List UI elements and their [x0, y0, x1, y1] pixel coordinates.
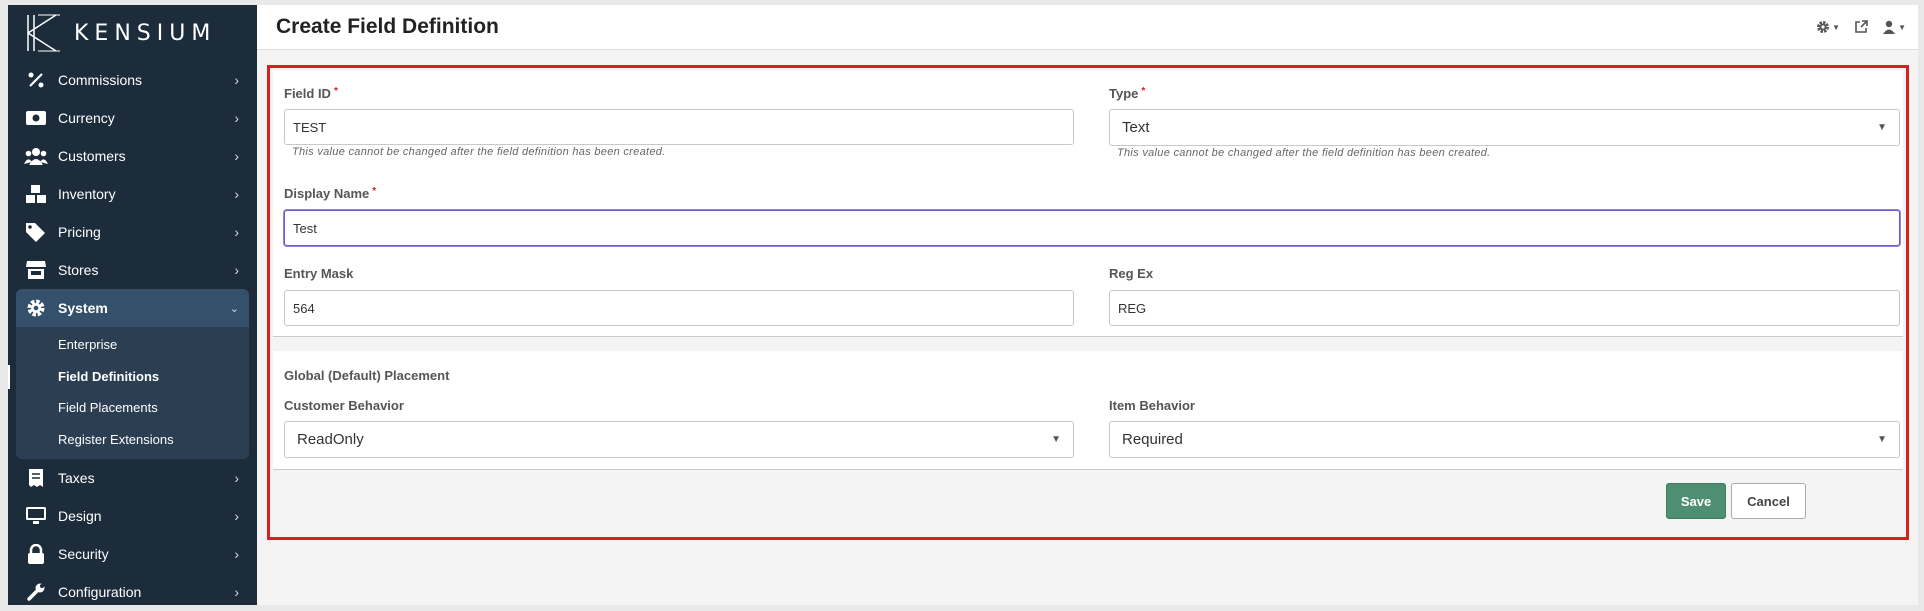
sidebar-item-label: Taxes [58, 470, 95, 486]
chevron-right-icon: › [234, 508, 239, 524]
chevron-right-icon: › [234, 262, 239, 278]
sidebar-item-taxes[interactable]: Taxes › [8, 459, 257, 497]
sidebar-item-design[interactable]: Design › [8, 497, 257, 535]
submenu-item-field-placements[interactable]: Field Placements [16, 392, 249, 424]
store-icon [24, 260, 48, 280]
chevron-right-icon: › [234, 546, 239, 562]
kensium-logo-icon [27, 14, 60, 52]
wrench-icon [24, 582, 48, 602]
sidebar-item-stores[interactable]: Stores › [8, 251, 257, 289]
monitor-icon [24, 506, 48, 526]
sidebar-item-label: Inventory [58, 186, 116, 202]
sidebar-item-configuration[interactable]: Configuration › [8, 573, 257, 611]
sidebar: KENSIUM Commissions › Currency › Custome… [8, 5, 257, 605]
sidebar-item-currency[interactable]: Currency › [8, 99, 257, 137]
tags-icon [24, 222, 48, 242]
sidebar-item-label: Currency [58, 110, 115, 126]
sidebar-item-label: Design [58, 508, 102, 524]
sidebar-item-label: Stores [58, 262, 99, 278]
main-content: Create Field Definition ▼ ▼ Field ID * T… [257, 5, 1918, 605]
submenu-item-enterprise[interactable]: Enterprise [16, 329, 249, 361]
external-link-button[interactable] [1854, 20, 1868, 34]
sidebar-item-pricing[interactable]: Pricing › [8, 213, 257, 251]
submenu-item-register-extensions[interactable]: Register Extensions [16, 424, 249, 456]
chevron-right-icon: › [234, 148, 239, 164]
page-title: Create Field Definition [276, 15, 499, 38]
submenu-item-label: Register Extensions [58, 431, 174, 447]
sidebar-item-label: System [58, 300, 108, 316]
sidebar-item-label: Security [58, 546, 109, 562]
chevron-down-icon: ⌄ [229, 302, 239, 315]
lock-icon [24, 544, 48, 564]
chevron-right-icon: › [234, 110, 239, 126]
submenu-item-label: Enterprise [58, 337, 118, 353]
sidebar-item-security[interactable]: Security › [8, 535, 257, 573]
caret-down-icon: ▼ [1832, 22, 1841, 32]
sidebar-item-commissions[interactable]: Commissions › [8, 61, 257, 99]
system-submenu: Enterprise Field Definitions Field Place… [8, 327, 249, 459]
boxes-icon [24, 184, 48, 204]
sidebar-item-label: Configuration [58, 584, 142, 600]
logo[interactable]: KENSIUM [8, 5, 257, 61]
top-actions: ▼ ▼ [1816, 20, 1906, 34]
user-icon [1883, 20, 1896, 34]
receipt-icon [24, 468, 48, 488]
brand-name: KENSIUM [74, 20, 217, 46]
sidebar-item-label: Customers [58, 148, 126, 164]
gear-icon [24, 298, 48, 318]
users-icon [24, 146, 48, 166]
sidebar-item-inventory[interactable]: Inventory › [8, 175, 257, 213]
chevron-right-icon: › [234, 224, 239, 240]
sidebar-item-label: Commissions [58, 72, 143, 88]
chevron-right-icon: › [234, 186, 239, 202]
highlight-box [267, 65, 1909, 540]
caret-down-icon: ▼ [1898, 22, 1906, 32]
sidebar-item-customers[interactable]: Customers › [8, 137, 257, 175]
percent-icon [24, 70, 48, 90]
chevron-right-icon: › [234, 72, 239, 88]
chevron-right-icon: › [234, 470, 239, 486]
submenu-item-label: Field Definitions [58, 368, 160, 384]
top-bar: Create Field Definition ▼ ▼ [257, 5, 1918, 50]
user-menu[interactable]: ▼ [1882, 20, 1906, 34]
external-link-icon [1855, 20, 1868, 33]
submenu-item-label: Field Placements [58, 400, 158, 416]
submenu-item-field-definitions[interactable]: Field Definitions [8, 361, 249, 393]
app-window: KENSIUM Commissions › Currency › Custome… [8, 5, 1918, 605]
chevron-right-icon: › [234, 584, 239, 600]
gear-icon [1817, 21, 1830, 33]
sidebar-item-system[interactable]: System ⌄ [16, 289, 249, 327]
money-icon [24, 108, 48, 128]
settings-menu[interactable]: ▼ [1816, 20, 1840, 34]
sidebar-item-label: Pricing [58, 224, 101, 240]
